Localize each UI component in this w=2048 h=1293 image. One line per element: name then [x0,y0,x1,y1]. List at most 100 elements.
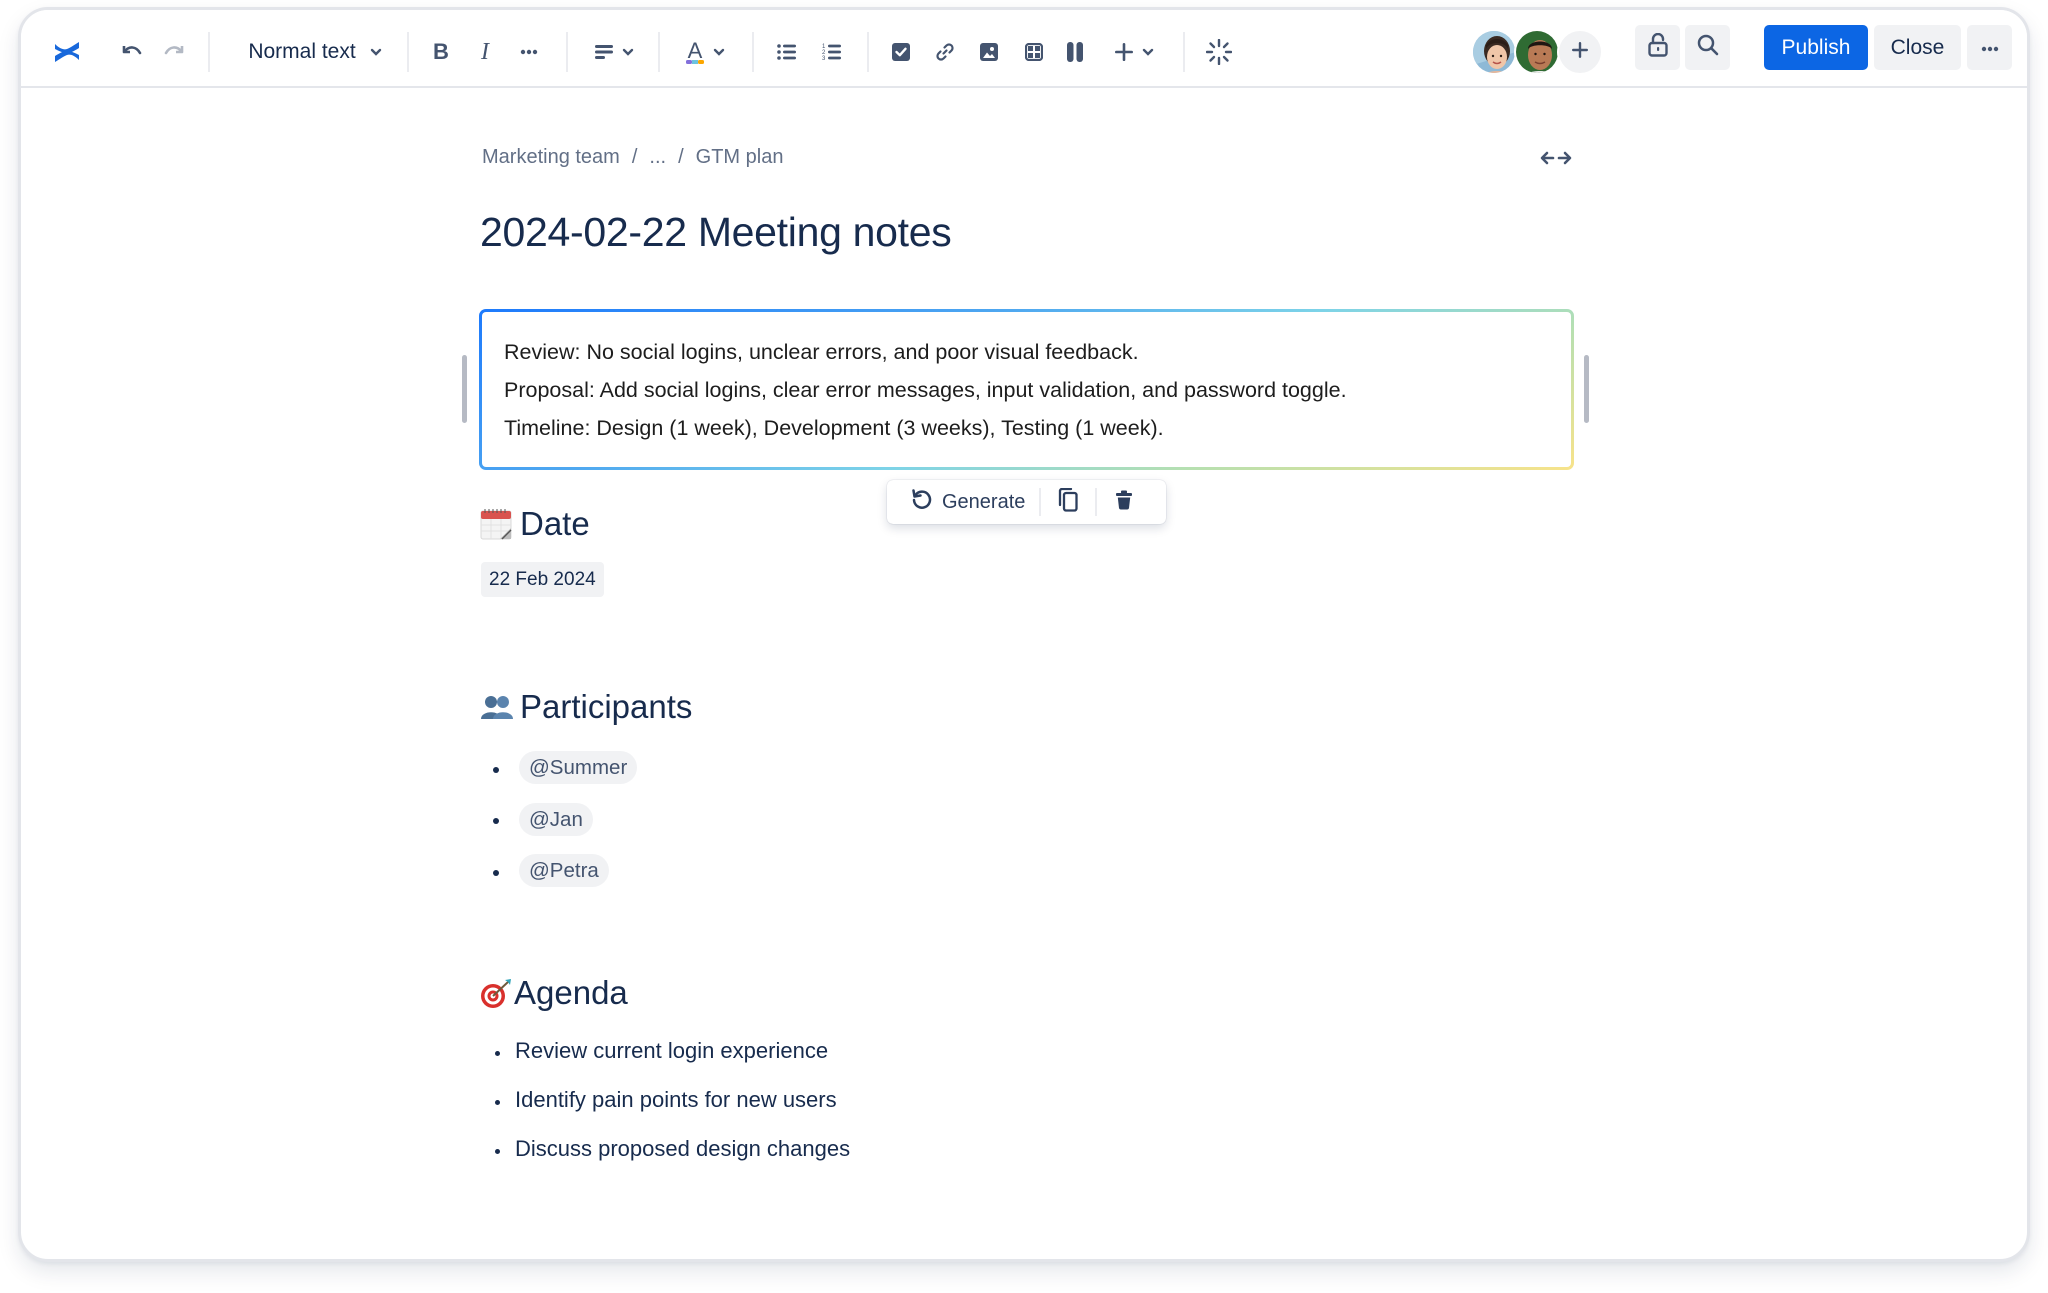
trash-icon [1115,490,1133,515]
date-lozenge[interactable]: 22 Feb 2024 [481,562,604,597]
agenda-heading: Agenda [480,974,628,1012]
more-formatting-icon [520,49,538,55]
svg-text:A: A [688,39,703,63]
agenda-heading-text: Agenda [514,974,628,1011]
copy-icon [1058,487,1079,517]
editor-window: Normal text B I A 1 2 3 Publish Close Ma… [18,7,2030,1262]
ai-button[interactable] [1199,31,1239,73]
publish-button[interactable]: Publish [1764,25,1868,70]
collaborator-avatar[interactable] [1471,29,1517,75]
restrictions-button[interactable] [1635,25,1680,70]
more-formatting-button[interactable] [511,31,547,73]
layouts-button[interactable] [1057,31,1093,73]
breadcrumb-separator: / [631,146,638,168]
summary-line: Timeline: Design (1 week), Development (… [504,416,1164,440]
busts-in-silhouette-emoji-icon [480,691,513,723]
delete-button[interactable] [1097,480,1151,524]
close-button[interactable]: Close [1874,25,1961,70]
calendar-emoji-icon [480,508,512,540]
toolbar-divider [208,32,210,72]
user-mention[interactable]: @Jan [519,803,593,836]
svg-text:3: 3 [822,56,826,61]
list-bullet [493,767,499,773]
bold-button[interactable]: B [423,31,459,73]
agenda-item: Identify pain points for new users [515,1087,837,1112]
chevron-down-icon [713,48,725,56]
image-icon [980,43,998,61]
more-actions-icon [1981,39,1999,57]
participants-heading: Participants [480,688,692,726]
list-bullet [493,870,499,876]
toolbar-divider [867,32,869,72]
page-width-toggle[interactable] [1538,148,1574,172]
link-icon [935,42,955,62]
toolbar-divider [752,32,754,72]
table-button[interactable] [1016,31,1052,73]
text-color-icon: A [685,39,705,65]
italic-icon: I [481,38,489,65]
more-actions-button[interactable] [1967,25,2012,70]
summary-line: Review: No social logins, unclear errors… [504,340,1139,364]
columns-icon [1066,42,1084,62]
breadcrumb: Marketing team / ... / GTM plan [482,146,783,169]
text-style-label: Normal text [248,40,356,63]
chevron-down-icon [370,48,382,56]
redo-button[interactable] [157,31,193,73]
link-button[interactable] [927,31,963,73]
collaborator-avatar[interactable] [1514,29,1560,75]
resize-handle-right[interactable] [1584,355,1589,423]
chevron-down-icon [1142,48,1154,56]
find-button[interactable] [1685,25,1730,70]
unlock-icon [1647,32,1668,62]
text-color-dropdown[interactable]: A [675,31,735,73]
search-icon [1697,34,1719,61]
agenda-item: Discuss proposed design changes [515,1136,851,1161]
undo-icon [120,44,142,60]
copy-button[interactable] [1041,480,1095,524]
numbered-list-button[interactable]: 123 [814,31,850,73]
align-left-icon [594,44,614,60]
italic-button[interactable]: I [467,31,503,73]
breadcrumb-item[interactable]: Marketing team [482,146,620,169]
breadcrumb-item[interactable]: ... [649,146,666,169]
image-button[interactable] [971,31,1007,73]
generate-label: Generate [942,490,1026,513]
page-title[interactable]: 2024-02-22 Meeting notes [480,209,952,256]
date-heading: Date [480,505,590,543]
undo-button[interactable] [113,31,149,73]
toolbar-divider [407,32,409,72]
bold-icon: B [433,39,449,64]
user-mention[interactable]: @Summer [519,751,638,784]
regenerate-icon [911,488,933,516]
ai-block-floating-toolbar: Generate [887,480,1166,524]
participants-heading-text: Participants [520,688,693,725]
alignment-dropdown[interactable] [584,31,644,73]
invite-button[interactable] [1557,29,1603,75]
expand-width-icon [1540,151,1572,170]
date-heading-text: Date [520,505,590,542]
table-icon [1025,43,1043,61]
agenda-item: Review current login experience [515,1038,829,1063]
list-bullet [493,818,499,824]
confluence-logo-icon[interactable] [47,31,87,73]
ai-summary-block[interactable]: Review: No social logins, unclear errors… [479,309,1574,470]
toolbar-divider [1183,32,1185,72]
generate-button[interactable]: Generate [887,480,1039,524]
text-style-dropdown[interactable]: Normal text [225,31,405,73]
task-checkbox-icon [892,43,910,61]
add-collaborator-icon [1571,41,1589,64]
editor-toolbar: Normal text B I A 1 2 3 Publish Close [21,10,2027,88]
atlassian-intelligence-icon [1206,39,1232,65]
numbered-list-icon: 123 [822,43,842,61]
toolbar-divider [566,32,568,72]
breadcrumb-item[interactable]: GTM plan [696,146,784,169]
insert-dropdown[interactable] [1104,31,1164,73]
action-item-button[interactable] [883,31,919,73]
bullet-list-icon [777,44,797,60]
summary-line: Proposal: Add social logins, clear error… [504,378,1347,402]
user-mention[interactable]: @Petra [519,854,609,887]
resize-handle-left[interactable] [462,355,467,423]
bullet-list-button[interactable] [769,31,805,73]
toolbar-divider [658,32,660,72]
list-bullet [495,1149,500,1154]
